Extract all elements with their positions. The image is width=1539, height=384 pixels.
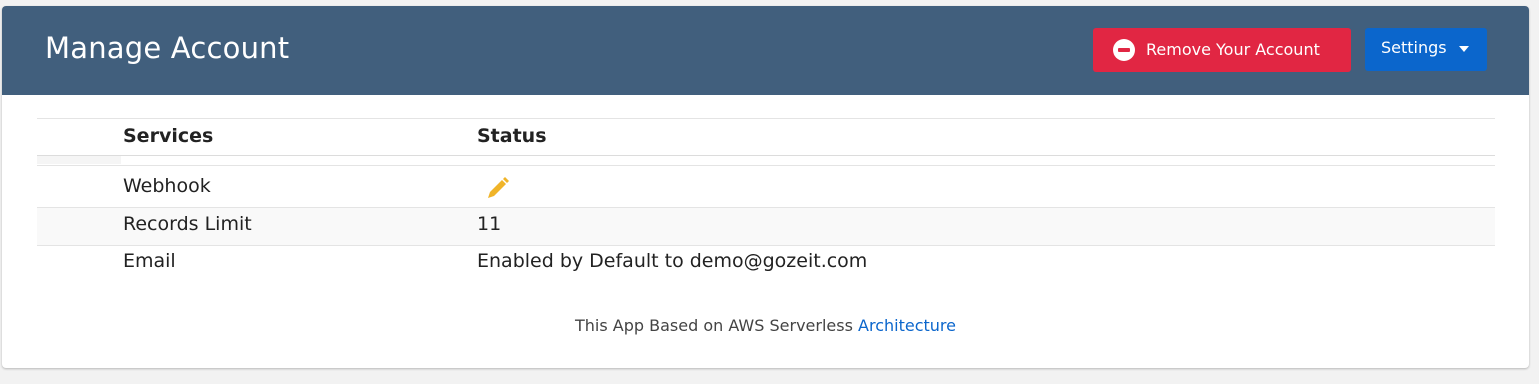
caret-down-icon — [1459, 46, 1469, 52]
service-name: Records Limit — [123, 213, 252, 235]
column-header-status: Status — [477, 125, 547, 147]
service-status: Enabled by Default to demo@gozeit.com — [477, 250, 868, 272]
remove-account-label: Remove Your Account — [1146, 40, 1320, 59]
spacer-stripe — [37, 156, 121, 164]
table-row: Records Limit 11 — [37, 208, 1495, 246]
minus-circle-icon — [1113, 39, 1135, 61]
footer-text: This App Based on AWS Serverless — [575, 316, 859, 335]
architecture-link[interactable]: Architecture — [858, 316, 956, 335]
table-header-row: Services Status — [37, 118, 1495, 156]
page-title: Manage Account — [45, 31, 290, 65]
pencil-icon[interactable] — [483, 175, 511, 203]
table-row: Webhook — [37, 167, 1495, 208]
service-name: Email — [123, 250, 176, 272]
table-spacer-row — [37, 156, 1495, 166]
settings-label: Settings — [1381, 38, 1447, 57]
service-name: Webhook — [123, 175, 211, 197]
footer-note: This App Based on AWS Serverless Archite… — [2, 316, 1529, 335]
remove-account-button[interactable]: Remove Your Account — [1093, 28, 1351, 72]
service-status: 11 — [477, 213, 502, 235]
settings-dropdown-button[interactable]: Settings — [1365, 28, 1487, 71]
card-header: Manage Account Remove Your Account Setti… — [2, 6, 1529, 95]
column-header-services: Services — [123, 125, 214, 147]
account-card: Manage Account Remove Your Account Setti… — [2, 6, 1529, 368]
table-row: Email Enabled by Default to demo@gozeit.… — [37, 246, 1495, 284]
